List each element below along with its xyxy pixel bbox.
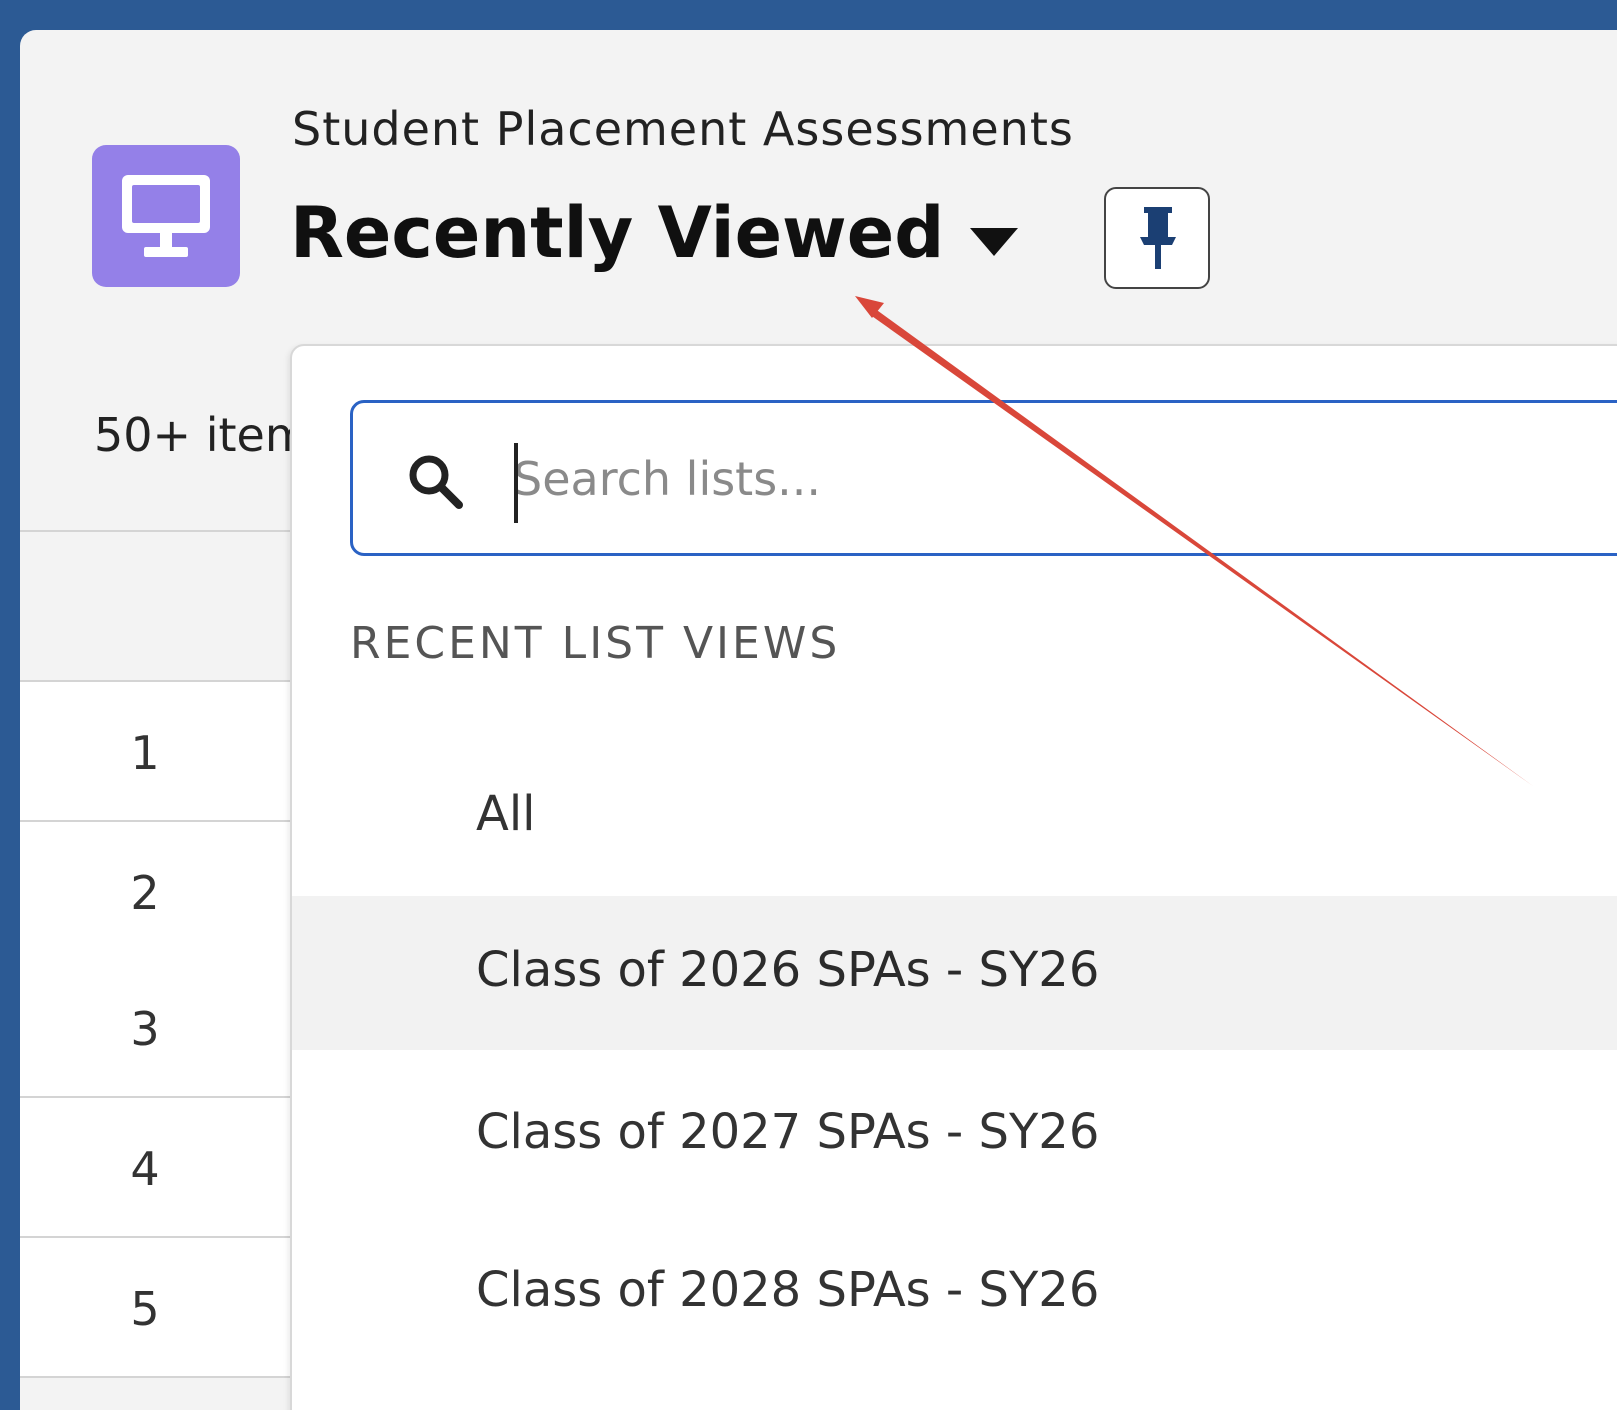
records-table: 1 2 3 4 5 [20, 530, 290, 1410]
table-row[interactable]: 2 [20, 822, 290, 962]
table-row[interactable]: 5 [20, 1238, 290, 1378]
list-view-option-class-2027[interactable]: Class of 2027 SPAs - SY26 [292, 1058, 1617, 1212]
row-number: 3 [130, 1002, 160, 1056]
list-view-page: Student Placement Assessments Recently V… [20, 30, 1617, 1410]
search-lists-box[interactable] [350, 400, 1617, 556]
pin-icon [1140, 207, 1176, 269]
row-number: 4 [130, 1142, 160, 1196]
table-row[interactable]: 4 [20, 1098, 290, 1238]
recent-list-views-heading: RECENT LIST VIEWS [350, 618, 841, 669]
list-view-option-label: Class of 2027 SPAs - SY26 [476, 1104, 1100, 1160]
pin-list-button[interactable] [1104, 187, 1210, 289]
row-number: 1 [130, 726, 160, 780]
text-cursor [514, 443, 518, 523]
list-view-option-class-2026[interactable]: Class of 2026 SPAs - SY26 [292, 896, 1617, 1050]
list-view-option-label: Class of 2028 SPAs - SY26 [476, 1262, 1100, 1318]
list-view-title[interactable]: Recently Viewed [290, 192, 944, 274]
list-view-option-all[interactable]: All [292, 740, 1617, 894]
search-lists-input[interactable] [513, 437, 1613, 521]
row-number: 2 [130, 866, 160, 920]
list-view-dropdown: RECENT LIST VIEWS All Class of 2026 SPAs… [290, 344, 1617, 1410]
table-row[interactable]: 3 [20, 958, 290, 1098]
chevron-down-icon[interactable] [970, 228, 1018, 256]
list-view-option-class-2028[interactable]: Class of 2028 SPAs - SY26 [292, 1216, 1617, 1370]
table-header [20, 530, 290, 682]
desktop-icon [92, 145, 240, 287]
list-view-option-label: All [476, 786, 536, 842]
row-number: 5 [130, 1282, 160, 1336]
list-view-option-label: Class of 2026 SPAs - SY26 [476, 942, 1100, 998]
table-row[interactable]: 1 [20, 682, 290, 822]
search-icon [409, 455, 463, 509]
object-label: Student Placement Assessments [292, 102, 1074, 156]
